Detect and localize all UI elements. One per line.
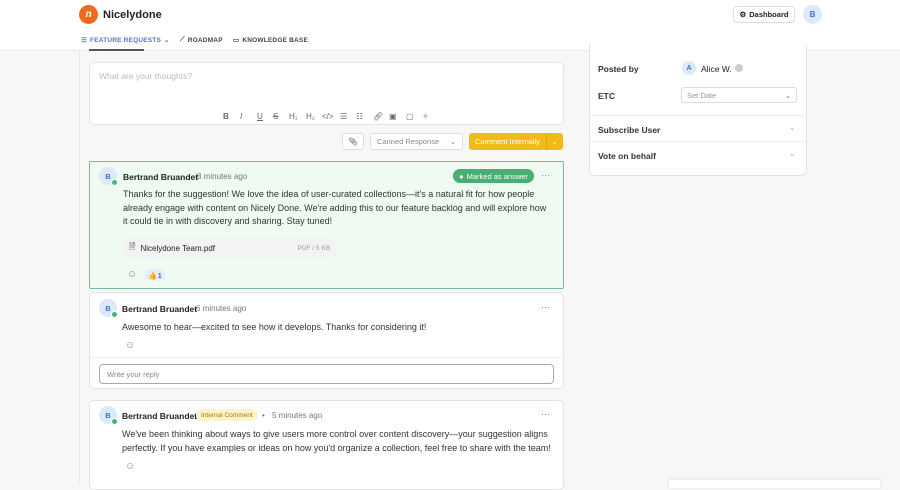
embed-icon[interactable]: ▢ — [406, 112, 414, 121]
author-name[interactable]: Bertrand Bruandet — [122, 411, 197, 421]
poster-avatar: A — [682, 61, 696, 75]
separator-dot: • — [262, 411, 265, 420]
reply-input[interactable]: Write your reply — [99, 364, 554, 384]
author-name[interactable]: Bertrand Bruandet — [123, 172, 198, 182]
comment-input-placeholder[interactable]: What are your thoughts? — [99, 71, 192, 81]
add-reaction-icon[interactable]: ☺ — [125, 461, 135, 472]
image-icon[interactable]: ▣ — [389, 112, 397, 121]
ordered-list-icon[interactable]: ☷ — [356, 112, 363, 121]
subscribe-user-toggle[interactable]: Subscribe User — [598, 125, 660, 135]
h1-button[interactable]: H₁ — [289, 112, 297, 121]
comment-text: We've been thinking about ways to give u… — [122, 429, 551, 453]
posted-by-label: Posted by — [598, 64, 639, 74]
vote-on-behalf-toggle[interactable]: Vote on behalf — [598, 151, 656, 161]
more-options-icon[interactable]: ··· — [541, 409, 550, 419]
gear-icon: ⚙ — [739, 10, 747, 19]
author-name[interactable]: Bertrand Bruandet — [122, 304, 197, 314]
brand-logo[interactable]: n — [79, 5, 98, 24]
chevron-down-icon[interactable]: ⌄ — [789, 149, 796, 158]
chevron-down-icon: ⌄ — [449, 137, 456, 146]
paperclip-icon: 📎︎ — [348, 137, 358, 146]
user-avatar[interactable]: B — [803, 5, 822, 24]
check-circle-icon: ● — [459, 171, 464, 181]
underline-button[interactable]: U — [257, 112, 263, 121]
nav-roadmap[interactable]: ⟋ ROADMAP — [180, 36, 223, 44]
internal-comment-badge: Internal Comment — [196, 409, 258, 421]
code-button[interactable]: </> — [322, 112, 334, 121]
link-icon[interactable]: 🔗︎ — [373, 112, 383, 121]
more-options-icon[interactable]: ··· — [541, 302, 550, 312]
canned-response-select[interactable]: Canned Response ⌄ — [370, 133, 463, 150]
submit-options-dropdown[interactable]: ⌄ — [546, 133, 563, 150]
roadmap-icon: ⟋ — [180, 36, 185, 43]
divider — [79, 51, 80, 484]
book-icon: ▭ — [233, 37, 240, 44]
attach-button[interactable]: 📎︎ — [342, 133, 364, 150]
nav-feature-requests[interactable]: ☰ FEATURE REQUESTS ⌄ — [81, 36, 170, 45]
italic-button[interactable]: I — [240, 112, 242, 121]
more-options-icon[interactable]: ··· — [541, 170, 550, 180]
chevron-down-icon: ⌄ — [551, 137, 558, 146]
bullet-list-icon[interactable]: ☰ — [340, 112, 347, 121]
floating-panel — [668, 479, 881, 489]
comment-time: 8 minutes ago — [197, 172, 248, 181]
divider — [589, 141, 807, 142]
reaction-thumbs-up[interactable]: 👍 1 — [145, 269, 165, 281]
comment-time: 6 minutes ago — [196, 304, 247, 313]
nav-knowledge-base[interactable]: ▭ KNOWLEDGE BASE — [233, 36, 308, 45]
strike-button[interactable]: S — [273, 112, 278, 121]
marked-as-answer-badge[interactable]: ● Marked as answer — [453, 169, 534, 183]
active-tab-indicator — [89, 49, 144, 51]
divider — [89, 357, 564, 358]
bold-button[interactable]: B — [223, 112, 229, 121]
comment-text: Thanks for the suggestion! We love the i… — [123, 189, 547, 226]
attachment-file[interactable]: 🗎︎ Nicelydone Team.pdf PDF / 5 KB — [123, 238, 336, 258]
divider — [589, 115, 807, 116]
add-reaction-icon[interactable]: ☺ — [127, 269, 137, 280]
brand-name: Nicelydone — [103, 9, 162, 21]
magic-icon[interactable]: ✧ — [422, 112, 429, 121]
h2-button[interactable]: H₂ — [306, 112, 315, 121]
chevron-down-icon[interactable]: ⌄ — [789, 123, 796, 132]
poster-name[interactable]: Alice W. — [701, 64, 732, 74]
comment-internally-button[interactable]: Comment Internally — [469, 133, 546, 150]
add-reaction-icon[interactable]: ☺ — [125, 340, 135, 351]
info-icon[interactable] — [735, 64, 743, 72]
chevron-down-icon: ⌄ — [784, 91, 791, 100]
list-icon: ☰ — [81, 37, 88, 44]
chevron-down-icon: ⌄ — [164, 37, 170, 44]
verified-icon — [111, 418, 118, 425]
dashboard-button[interactable]: ⚙ Dashboard — [733, 6, 795, 23]
comment-time: 5 minutes ago — [272, 411, 323, 420]
verified-icon — [111, 179, 118, 186]
comment-text: Awesome to hear—excited to see how it de… — [122, 322, 427, 332]
document-icon: 🗎︎ — [129, 242, 136, 251]
verified-icon — [111, 311, 118, 318]
etc-date-select[interactable]: Set Date ⌄ — [681, 87, 797, 103]
etc-label: ETC — [598, 91, 615, 101]
